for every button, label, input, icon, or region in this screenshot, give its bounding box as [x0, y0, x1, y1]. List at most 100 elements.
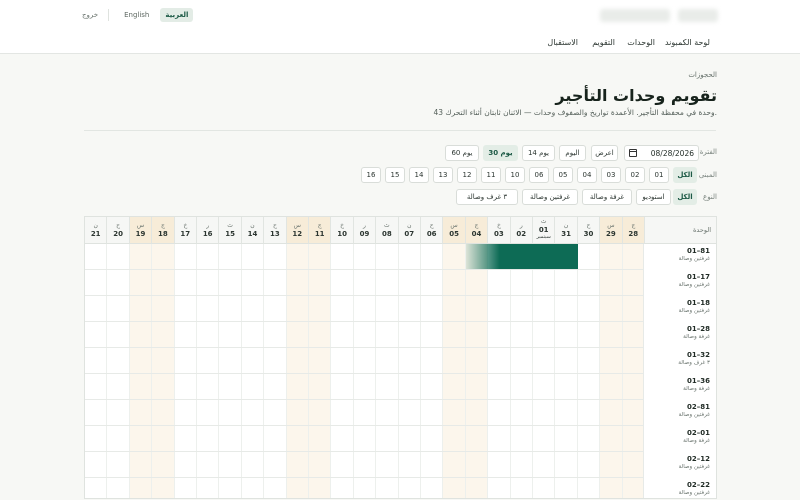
day-column[interactable]: [197, 244, 220, 498]
building-chip-14[interactable]: 14: [409, 167, 429, 183]
unit-name: 01–17: [687, 273, 710, 281]
day-header-28: ج 28: [622, 217, 645, 244]
building-chip-06[interactable]: 06: [529, 167, 549, 183]
unit-row-label[interactable]: 02–01 غرفة وصالة: [643, 426, 716, 452]
building-chip-01[interactable]: 01: [649, 167, 669, 183]
day-header-09: ر 09: [353, 217, 377, 244]
lang-english-button[interactable]: English: [119, 8, 154, 22]
unit-row-label[interactable]: 01–81 غرفتين وصالة: [643, 244, 716, 270]
building-chip-15[interactable]: 15: [385, 167, 405, 183]
breadcrumb[interactable]: الحجوزات: [688, 71, 717, 79]
row-divider: [85, 269, 716, 270]
day-column[interactable]: [399, 244, 421, 498]
day-number: 20: [113, 230, 123, 238]
day-column[interactable]: [578, 244, 601, 498]
building-chip-02[interactable]: 02: [625, 167, 645, 183]
range-60-days[interactable]: 60 يوم: [445, 145, 479, 161]
day-header-07: ن 07: [398, 217, 421, 244]
day-column[interactable]: [152, 244, 175, 498]
day-name: خ: [340, 222, 345, 229]
day-column[interactable]: [242, 244, 265, 498]
day-header-03: خ 03: [488, 217, 511, 244]
show-button[interactable]: اعرض: [591, 145, 618, 161]
unit-row-label[interactable]: 01–28 غرفة وصالة: [643, 322, 716, 348]
type-studio[interactable]: استوديو: [636, 189, 671, 205]
day-column[interactable]: [533, 244, 556, 498]
range-30-days[interactable]: 30 يوم: [483, 145, 518, 161]
row-divider: [85, 451, 716, 452]
nav-units[interactable]: الوحدات: [627, 38, 655, 47]
type-all[interactable]: الكل: [673, 189, 697, 205]
unit-row-label[interactable]: 01–36 غرفة وصالة: [643, 374, 716, 400]
day-column[interactable]: [331, 244, 354, 498]
lang-arabic-button[interactable]: العربية: [160, 8, 194, 22]
unit-name: 01–81: [687, 247, 710, 255]
nav-reception[interactable]: الاستقبال: [547, 38, 578, 47]
unit-name: 01–28: [687, 325, 710, 333]
unit-row-label[interactable]: 02–81 غرفتين وصالة: [643, 400, 716, 426]
day-column[interactable]: [443, 244, 466, 498]
building-chip-04[interactable]: 04: [577, 167, 597, 183]
building-chip-16[interactable]: 16: [361, 167, 381, 183]
building-chip-11[interactable]: 11: [481, 167, 501, 183]
day-column[interactable]: [107, 244, 130, 498]
unit-name: 02–22: [687, 481, 710, 489]
unit-row-label[interactable]: 01–17 غرفتين وصالة: [643, 270, 716, 296]
day-column[interactable]: [555, 244, 578, 498]
day-column[interactable]: [600, 244, 623, 498]
unit-type: غرفة وصالة: [683, 386, 710, 392]
page-title: تقويم وحدات التأجير: [555, 86, 717, 105]
row-divider: [85, 477, 716, 478]
day-number: 06: [426, 230, 437, 238]
building-chip-12[interactable]: 12: [457, 167, 477, 183]
day-header-29: س 29: [600, 217, 623, 244]
nav-calendar[interactable]: التقويم: [592, 38, 615, 47]
type-two-bedroom[interactable]: غرفتين وصالة: [522, 189, 578, 205]
day-number: 14: [247, 230, 258, 238]
day-column[interactable]: [488, 244, 511, 498]
day-column[interactable]: [129, 244, 153, 498]
unit-row-label[interactable]: 02–22 غرفتين وصالة: [643, 478, 716, 498]
building-chip-03[interactable]: 03: [601, 167, 621, 183]
day-column[interactable]: [465, 244, 489, 498]
day-number: 03: [494, 230, 504, 238]
type-three-bedroom[interactable]: ٣ غرف وصالة: [456, 189, 518, 205]
calendar-icon[interactable]: [629, 149, 637, 157]
building-all[interactable]: الكل: [673, 167, 697, 183]
day-column[interactable]: [286, 244, 309, 498]
day-number: 21: [90, 230, 101, 238]
day-column[interactable]: [376, 244, 399, 498]
day-column[interactable]: [175, 244, 197, 498]
nav-compound-dashboard[interactable]: لوحة الكمبوند: [665, 38, 710, 47]
building-chip-05[interactable]: 05: [553, 167, 573, 183]
day-column[interactable]: [85, 244, 108, 498]
day-number: 09: [359, 230, 370, 238]
day-header-05: س 05: [443, 217, 466, 244]
day-column[interactable]: [309, 244, 332, 498]
range-14-days[interactable]: 14 يوم: [522, 145, 555, 161]
logout-link[interactable]: خروج: [82, 11, 98, 19]
today-button[interactable]: اليوم: [559, 145, 586, 161]
day-column[interactable]: [622, 244, 645, 498]
unit-row-label[interactable]: 01–18 غرفتين وصالة: [643, 296, 716, 322]
date-input[interactable]: 08/28/2026: [624, 145, 699, 161]
unit-row-label[interactable]: 01–32 ٣ غرف وصالة: [643, 348, 716, 374]
day-column[interactable]: [219, 244, 242, 498]
day-number: 13: [270, 230, 280, 238]
unit-row-label[interactable]: 02–12 غرفتين وصالة: [643, 452, 716, 478]
day-column[interactable]: [354, 244, 377, 498]
day-column[interactable]: [511, 244, 533, 498]
building-chip-10[interactable]: 10: [505, 167, 525, 183]
booking-block[interactable]: [465, 244, 578, 269]
type-one-bedroom[interactable]: غرفة وصالة: [582, 189, 632, 205]
unit-type: غرفتين وصالة: [678, 412, 710, 418]
day-column[interactable]: [264, 244, 287, 498]
language-switcher: خروج English العربية: [82, 8, 194, 22]
day-header-31: ن 31: [555, 217, 578, 244]
day-name: س: [136, 222, 145, 229]
day-column[interactable]: [421, 244, 444, 498]
unit-name: 01–36: [687, 377, 710, 385]
day-header-16: ر 16: [197, 217, 220, 244]
building-chip-13[interactable]: 13: [433, 167, 453, 183]
day-number: 31: [561, 230, 571, 238]
